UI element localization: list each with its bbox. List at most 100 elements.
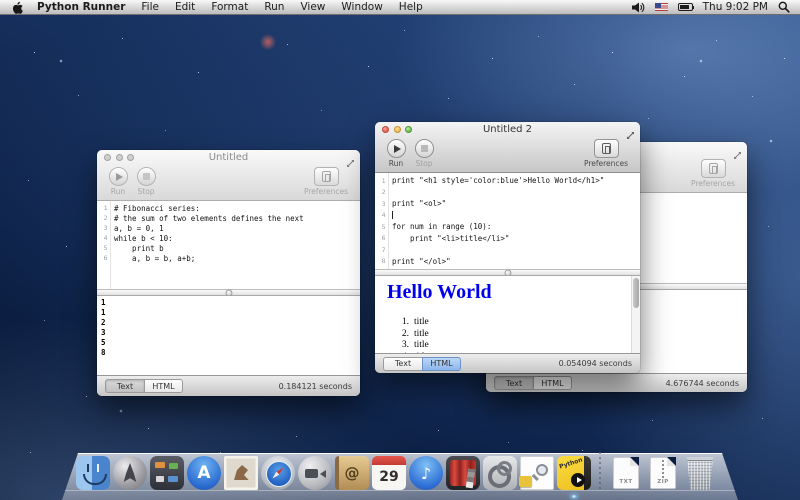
window2-footer: Text HTML 0.054094 seconds	[375, 353, 640, 373]
rendered-list-item: 1.title	[387, 317, 628, 329]
run-button[interactable]: Run	[103, 167, 133, 196]
preferences-button[interactable]: Preferences	[578, 139, 634, 168]
html-output-view[interactable]: Hello World 1.title 2.title 3.title 4.ti…	[375, 276, 640, 353]
running-indicator-light	[571, 495, 577, 498]
dock-python-runner-icon[interactable]: Python	[557, 456, 591, 490]
zoom-button[interactable]	[405, 126, 412, 133]
volume-icon[interactable]	[632, 2, 645, 13]
minimize-button[interactable]	[116, 154, 123, 161]
output-line: 8	[97, 348, 360, 358]
menu-help[interactable]: Help	[399, 1, 423, 13]
close-button[interactable]	[104, 154, 111, 161]
dock-ical-icon[interactable]: 29	[372, 456, 406, 490]
calendar-date: 29	[372, 466, 406, 488]
code-line: 5for num in range (10):	[375, 221, 640, 233]
window1-header[interactable]: Untitled Run Stop Preferences	[97, 150, 360, 201]
menu-view[interactable]: View	[300, 1, 325, 13]
spotlight-icon[interactable]	[778, 1, 790, 13]
text-mode-button[interactable]: Text	[105, 379, 144, 393]
apple-menu-icon[interactable]	[12, 1, 23, 14]
preferences-icon	[602, 143, 611, 154]
execution-time: 0.054094 seconds	[559, 359, 632, 368]
dock-itunes-icon[interactable]	[409, 456, 443, 490]
rendered-h1: Hello World	[387, 281, 628, 304]
dock-document-search-icon[interactable]	[520, 456, 554, 490]
code-line: 4	[375, 210, 640, 222]
output-view[interactable]: 1 1 2 3 5 8	[97, 296, 360, 375]
dock-facetime-icon[interactable]	[298, 456, 332, 490]
menu-edit[interactable]: Edit	[175, 1, 195, 13]
rendered-list-item: 2.title	[387, 329, 628, 341]
dock-launchpad-icon[interactable]	[113, 456, 147, 490]
input-language-flag-icon[interactable]	[655, 3, 668, 11]
play-icon	[394, 145, 401, 153]
dock-finder-icon[interactable]	[76, 456, 110, 490]
code-line: 4while b < 10:	[97, 233, 360, 243]
code-line: 6 print "<li>title</li>"	[375, 233, 640, 245]
battery-icon[interactable]	[678, 3, 693, 11]
dock-system-preferences-icon[interactable]	[483, 456, 517, 490]
dock-mail-icon[interactable]	[224, 456, 258, 490]
window-title: Untitled	[209, 152, 249, 163]
play-badge-icon	[571, 473, 585, 487]
output-line: 1	[97, 298, 360, 308]
output-line: 2	[97, 318, 360, 328]
scrollbar-thumb[interactable]	[633, 278, 639, 308]
html-mode-button[interactable]: HTML	[144, 379, 183, 393]
execution-time: 0.184121 seconds	[279, 382, 352, 391]
html-mode-button[interactable]: HTML	[533, 376, 572, 390]
dock-safari-icon[interactable]	[261, 456, 295, 490]
code-line: 2# the sum of two elements defines the n…	[97, 213, 360, 223]
zipper-icon	[662, 460, 664, 478]
preferences-icon	[322, 171, 331, 182]
rendered-list-item: 4.title	[387, 352, 628, 354]
code-line: 1print "<h1 style='color:blue'>Hello Wor…	[375, 175, 640, 187]
window2-header[interactable]: Untitled 2 Run Stop Preferences	[375, 122, 640, 173]
output-line: 1	[97, 308, 360, 318]
code-editor[interactable]: 1# Fibonacci series: 2# the sum of two e…	[97, 201, 360, 289]
menu-app-name[interactable]: Python Runner	[37, 1, 125, 13]
close-button[interactable]	[382, 126, 389, 133]
dock-mission-control-icon[interactable]	[150, 456, 184, 490]
desktop: Python Runner File Edit Format Run View …	[0, 0, 800, 500]
zoom-button[interactable]	[127, 154, 134, 161]
stop-button[interactable]: Stop	[409, 139, 439, 168]
menu-file[interactable]: File	[141, 1, 159, 13]
dock-app-store-icon[interactable]	[187, 456, 221, 490]
vertical-scrollbar[interactable]	[631, 276, 640, 353]
dock-zip-document-icon[interactable]: ZIP	[646, 456, 680, 490]
output-mode-toggle: Text HTML	[494, 376, 572, 390]
window-title: Untitled 2	[483, 124, 532, 135]
minimize-button[interactable]	[394, 126, 401, 133]
text-cursor	[388, 210, 640, 222]
dock-address-book-icon[interactable]	[335, 456, 369, 490]
code-line: 2	[375, 187, 640, 199]
preferences-button[interactable]: Preferences	[298, 167, 354, 196]
preferences-icon	[709, 163, 718, 174]
splitter-handle[interactable]	[375, 269, 640, 276]
dock-trash-icon[interactable]	[683, 456, 717, 490]
menu-clock[interactable]: Thu 9:02 PM	[703, 1, 768, 13]
dock: 29 Python TXT ZIP	[76, 452, 717, 490]
html-mode-button[interactable]: HTML	[422, 357, 461, 371]
rendered-list-item: 3.title	[387, 340, 628, 352]
window-untitled-2: Untitled 2 Run Stop Preferences	[375, 122, 640, 373]
menu-run[interactable]: Run	[264, 1, 284, 13]
code-line: 7	[375, 244, 640, 256]
preferences-button[interactable]: Preferences	[685, 159, 741, 188]
execution-time: 4.676744 seconds	[666, 379, 739, 388]
output-mode-toggle: Text HTML	[105, 379, 183, 393]
output-line: 5	[97, 338, 360, 348]
code-editor[interactable]: 1print "<h1 style='color:blue'>Hello Wor…	[375, 173, 640, 269]
stop-button[interactable]: Stop	[131, 167, 161, 196]
text-mode-button[interactable]: Text	[494, 376, 533, 390]
dock-photo-booth-icon[interactable]	[446, 456, 480, 490]
menu-bar: Python Runner File Edit Format Run View …	[0, 0, 800, 15]
menu-window[interactable]: Window	[341, 1, 382, 13]
dock-txt-document-icon[interactable]: TXT	[609, 456, 643, 490]
run-button[interactable]: Run	[381, 139, 411, 168]
text-mode-button[interactable]: Text	[383, 357, 422, 371]
menu-format[interactable]: Format	[211, 1, 248, 13]
splitter-handle[interactable]	[97, 289, 360, 296]
code-line: 1# Fibonacci series:	[97, 203, 360, 213]
